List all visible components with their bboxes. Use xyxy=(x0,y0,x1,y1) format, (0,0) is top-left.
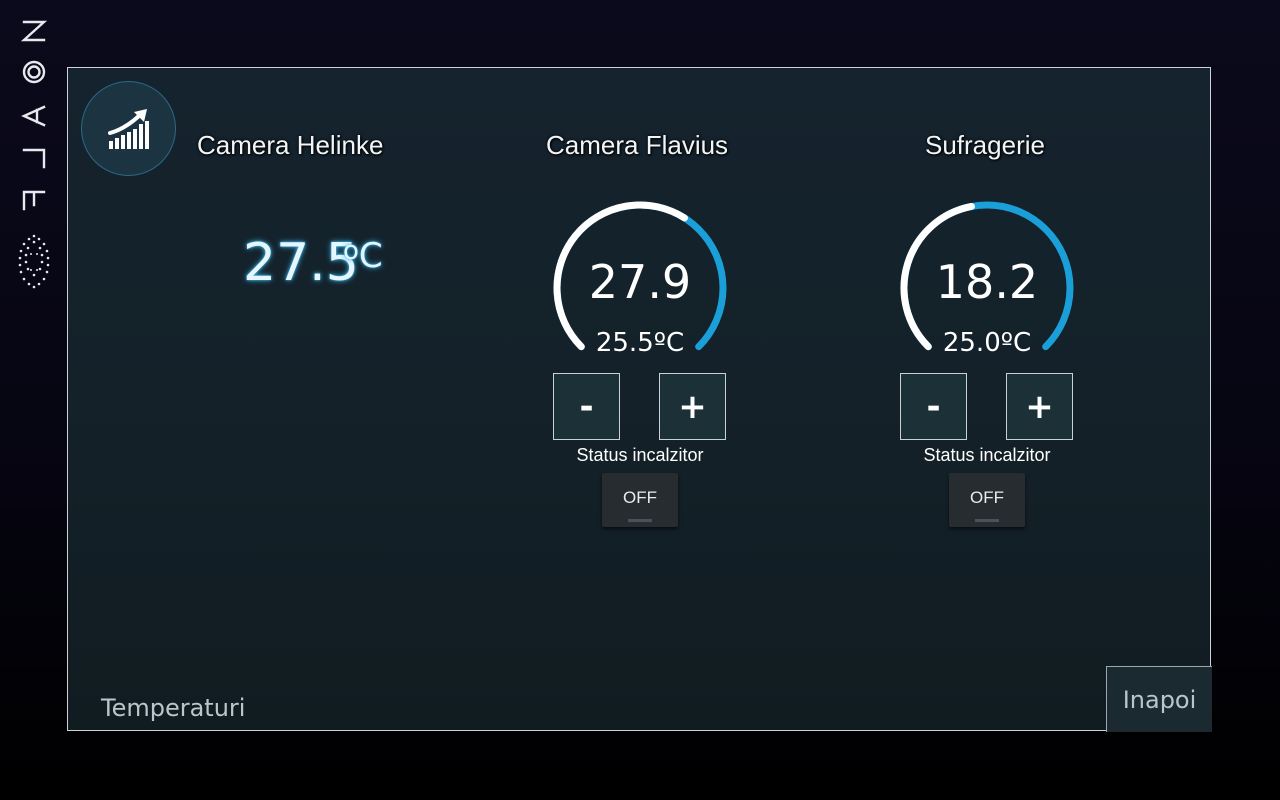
brand-sidebar xyxy=(0,0,68,300)
dotted-sphere-icon xyxy=(18,234,50,289)
heater-state-text: OFF xyxy=(970,488,1004,507)
heater-toggle-sufragerie[interactable]: OFF xyxy=(949,473,1025,527)
brand-logo xyxy=(18,20,50,289)
back-button[interactable]: Inapoi xyxy=(1106,666,1212,732)
toggle-indicator xyxy=(628,519,652,522)
toggle-indicator xyxy=(975,519,999,522)
room-title-camera-flavius: Camera Flavius xyxy=(546,130,729,160)
current-temp-camera-helinke: 27.5 xyxy=(243,233,359,293)
temperature-panel: Camera Helinke 27.5 oC Camera Flavius 27… xyxy=(67,67,1212,732)
setpoint-sufragerie: 25.0ºC xyxy=(942,328,1032,358)
history-chart-button[interactable] xyxy=(81,81,176,176)
page-title: Temperaturi xyxy=(101,694,246,722)
screen: Camera Helinke 27.5 oC Camera Flavius 27… xyxy=(0,0,1280,800)
decrease-setpoint-button-camera-flavius[interactable]: - xyxy=(553,373,620,440)
current-temp-camera-flavius: 27.9 xyxy=(588,255,692,309)
trending-chart-icon xyxy=(107,108,149,149)
heater-state-text: OFF xyxy=(623,488,657,507)
heater-toggle-camera-flavius[interactable]: OFF xyxy=(602,473,678,527)
decrease-setpoint-button-sufragerie[interactable]: - xyxy=(900,373,967,440)
current-temp-sufragerie: 18.2 xyxy=(935,255,1039,309)
heater-status-label: Status incalzitor xyxy=(576,445,704,465)
room-title-sufragerie: Sufragerie xyxy=(925,130,1045,160)
temp-unit: oC xyxy=(343,236,383,276)
room-title-camera-helinke: Camera Helinke xyxy=(197,130,384,160)
heater-status-label: Status incalzitor xyxy=(923,445,1051,465)
setpoint-camera-flavius: 25.5ºC xyxy=(595,328,685,358)
increase-setpoint-button-sufragerie[interactable]: + xyxy=(1006,373,1073,440)
increase-setpoint-button-camera-flavius[interactable]: + xyxy=(659,373,726,440)
